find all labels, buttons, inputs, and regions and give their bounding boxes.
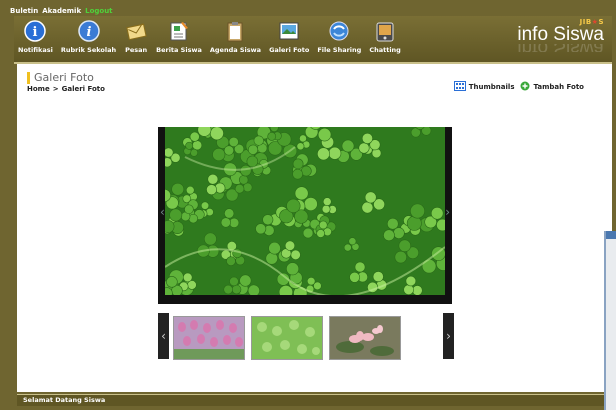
svg-text:i: i (33, 25, 38, 40)
info-icon: i (23, 19, 47, 43)
breadcrumb-separator: > (52, 85, 59, 93)
envelope-icon (124, 19, 148, 43)
svg-text:i: i (86, 25, 91, 40)
nav-file-sharing[interactable]: File Sharing (317, 19, 361, 54)
main-content: Galeri Foto Home > Galeri Foto Thumbnail… (17, 64, 612, 392)
main-photo[interactable] (165, 127, 445, 295)
brand-reflection: info Siswa (517, 44, 604, 52)
buletin-link[interactable]: Buletin (10, 7, 38, 16)
main-navbar: i Notifikasi i Rubrik Sekolah Pesan Beri… (14, 16, 612, 64)
side-window-edge (604, 231, 616, 410)
photo-viewer: ‹ › (158, 127, 452, 304)
nav-label: Berita Siswa (156, 46, 202, 54)
chat-icon (373, 19, 397, 43)
nav-label: Agenda Siswa (209, 46, 262, 54)
page-title: Galeri Foto (27, 72, 94, 84)
thumbnails-button[interactable]: Thumbnails (453, 81, 515, 93)
nav-pesan[interactable]: Pesan (124, 19, 148, 54)
brand-name: info Siswa (517, 24, 604, 45)
breadcrumb: Home > Galeri Foto (27, 85, 105, 93)
breadcrumb-current: Galeri Foto (61, 85, 105, 93)
grid-icon (453, 81, 466, 93)
app-frame: Buletin Akademik Logout i Notifikasi i R… (0, 0, 616, 410)
nav-label: Chatting (369, 46, 401, 54)
top-links: Buletin Akademik Logout (10, 7, 113, 16)
rubrik-icon: i (77, 19, 101, 43)
add-photo-button[interactable]: Tambah Foto (520, 81, 584, 93)
viewer-next-arrow[interactable]: › (445, 205, 450, 219)
akademik-link[interactable]: Akademik (42, 7, 81, 16)
nav-label: Notifikasi (18, 46, 53, 54)
nav-rubrik-sekolah[interactable]: i Rubrik Sekolah (61, 19, 116, 54)
nav-label: Rubrik Sekolah (60, 46, 117, 54)
nav-chatting[interactable]: Chatting (369, 19, 401, 54)
nav-label: Pesan (125, 46, 148, 54)
thumbs-prev-arrow[interactable]: ‹ (158, 313, 169, 359)
nav-galeri-foto[interactable]: Galeri Foto (269, 19, 309, 54)
add-photo-label: Tambah Foto (533, 83, 584, 91)
file-sharing-icon (327, 19, 351, 43)
gallery-actions: Thumbnails Tambah Foto (453, 81, 584, 93)
nav-label: File Sharing (317, 46, 362, 54)
logout-link[interactable]: Logout (85, 7, 112, 16)
nav-label: Galeri Foto (269, 46, 310, 54)
thumbnail-clover[interactable] (251, 316, 323, 360)
nav-notifikasi[interactable]: i Notifikasi (18, 19, 53, 54)
news-icon (167, 19, 191, 43)
thumbnails-label: Thumbnails (468, 83, 515, 91)
thumbnail-water-lily[interactable] (329, 316, 401, 360)
thumbnail-tulips[interactable] (173, 316, 245, 360)
nav-agenda-siswa[interactable]: Agenda Siswa (210, 19, 261, 54)
gallery-icon (277, 19, 301, 43)
viewer-prev-arrow[interactable]: ‹ (160, 205, 165, 219)
status-bar: Selamat Datang Siswa (17, 394, 612, 406)
breadcrumb-home[interactable]: Home (27, 85, 50, 93)
nav-berita-siswa[interactable]: Berita Siswa (156, 19, 202, 54)
thumbnail-strip: ‹ › (158, 313, 454, 361)
brand-logo: JIB★S info Siswa info Siswa (517, 18, 604, 52)
thumbs-next-arrow[interactable]: › (443, 313, 454, 359)
side-window-titlebar (606, 231, 616, 239)
add-icon (520, 81, 530, 93)
clipboard-icon (223, 19, 247, 43)
